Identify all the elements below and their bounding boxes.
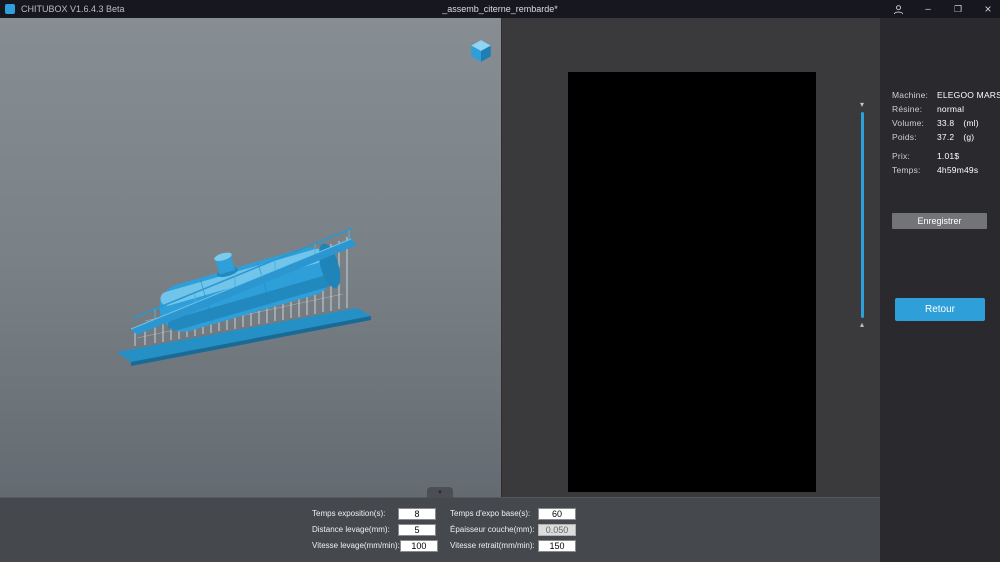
param-lift-distance: Distance levage(mm): [312,523,436,536]
save-button[interactable]: Enregistrer [892,213,987,229]
layer-slider[interactable]: ▾ ▴ [854,100,870,330]
retract-speed-input[interactable] [538,539,576,552]
chevron-down-icon[interactable]: ▾ [860,100,864,110]
slice-layer-image [568,72,816,492]
back-button[interactable]: Retour [895,298,985,321]
param-bottom-exposure: Temps d'expo base(s): [450,507,576,520]
info-row-poids: Poids: 37.2 (g) [892,132,975,142]
document-title: _assemb_citerne_rembarde* [442,4,558,14]
info-row-temps: Temps: 4h59m49s [892,165,979,175]
lift-distance-input[interactable] [398,523,436,536]
bottom-exposure-input[interactable] [538,507,576,520]
params-column-right: Temps d'expo base(s): Épaisseur couche(m… [450,507,576,552]
info-row-resine: Résine: normal [892,104,965,114]
collapse-panel-button[interactable]: ▼ [427,487,453,498]
view-cube-icon[interactable] [468,38,494,64]
maximize-button[interactable]: ❐ [950,1,966,17]
param-lift-speed: Vitesse levage(mm/min): [312,539,438,552]
app-logo-icon [5,4,15,14]
model-3d [117,227,371,366]
print-info-sidebar: Machine: ELEGOO MARS Résine: normal Volu… [880,18,1000,562]
print-params-panel: ▼ Temps exposition(s): Distance levage(m… [0,487,880,562]
param-retract-speed: Vitesse retrait(mm/min): [450,539,576,552]
layer-thickness-input [538,523,576,536]
param-exposure-time: Temps exposition(s): [312,507,436,520]
exposure-time-input[interactable] [398,507,436,520]
user-account-icon[interactable] [890,1,906,17]
close-button[interactable]: × [980,1,996,17]
param-layer-thickness: Épaisseur couche(mm): [450,523,576,536]
chevron-up-icon[interactable]: ▴ [860,320,864,330]
minimize-button[interactable]: – [920,1,936,17]
chitubox-window: CHITUBOX V1.6.4.3 Beta _assemb_citerne_r… [0,0,1000,562]
info-row-prix: Prix: 1.01$ [892,151,960,161]
titlebar: CHITUBOX V1.6.4.3 Beta _assemb_citerne_r… [0,0,1000,18]
params-column-left: Temps exposition(s): Distance levage(mm)… [312,507,438,552]
viewport-3d[interactable] [0,18,502,562]
info-row-volume: Volume: 33.8 (ml) [892,118,979,128]
app-title: CHITUBOX V1.6.4.3 Beta [21,4,125,14]
layer-slider-track[interactable] [860,112,864,318]
triangle-down-icon: ▼ [437,489,443,496]
lift-speed-input[interactable] [399,539,438,552]
info-row-machine: Machine: ELEGOO MARS [892,90,1000,100]
slice-preview-panel: ▾ ▴ [502,18,880,562]
print-info-rows: Machine: ELEGOO MARS Résine: normal Volu… [892,88,1000,177]
